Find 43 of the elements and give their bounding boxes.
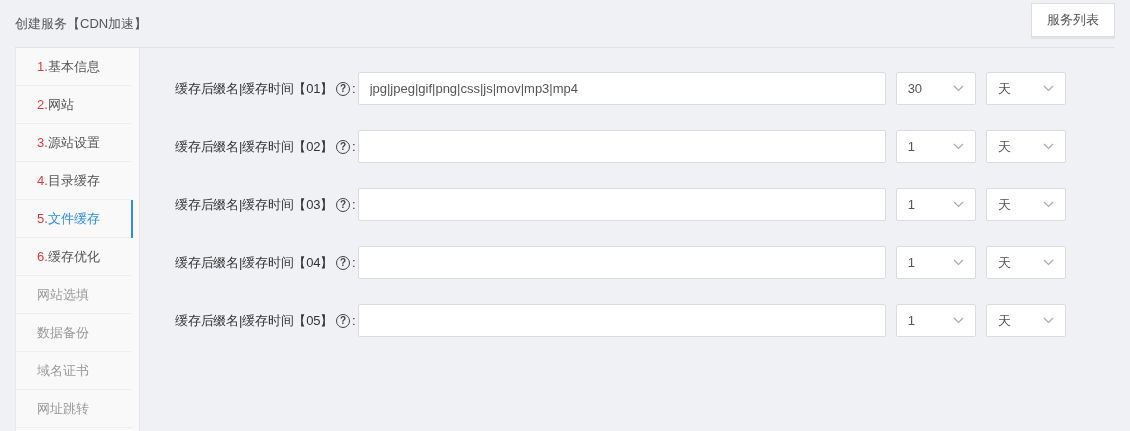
page-title: 创建服务【CDN加速】 — [15, 15, 148, 34]
field-label: 缓存后缀名|缓存时间【03】 — [173, 195, 333, 214]
sidebar-item[interactable]: 5.文件缓存 — [16, 200, 131, 238]
colon: : — [352, 311, 356, 330]
chevron-down-icon — [1042, 317, 1054, 324]
unit-select[interactable]: 天 — [985, 188, 1066, 221]
amount-select[interactable]: 1 — [895, 188, 976, 221]
colon: : — [352, 195, 356, 214]
service-list-button[interactable]: 服务列表 — [1031, 3, 1115, 37]
field-label: 缓存后缀名|缓存时间【04】 — [173, 253, 333, 272]
amount-select[interactable]: 1 — [895, 130, 976, 163]
colon: : — [352, 79, 356, 98]
chevron-down-icon — [952, 317, 964, 324]
chevron-down-icon — [1042, 259, 1054, 266]
input-field[interactable]: jpg|jpeg|gif|png|css|js|mov|mp3|mp4 — [357, 72, 886, 105]
sidebar-item[interactable]: 6.缓存优化 — [16, 238, 131, 276]
chevron-down-icon — [952, 201, 964, 208]
sidebar-item[interactable]: 1.基本信息 — [16, 48, 131, 86]
amount-select[interactable]: 1 — [895, 304, 976, 337]
input-field[interactable] — [357, 246, 886, 279]
chevron-down-icon — [952, 259, 964, 266]
chevron-down-icon — [1042, 85, 1054, 92]
amount-select[interactable]: 1 — [895, 246, 976, 279]
unit-select[interactable]: 天 — [985, 304, 1066, 337]
unit-select[interactable]: 天 — [985, 130, 1066, 163]
field-label: 缓存后缀名|缓存时间【01】 — [173, 79, 333, 98]
input-field[interactable] — [357, 130, 886, 163]
chevron-down-icon — [1042, 201, 1054, 208]
chevron-down-icon — [952, 85, 964, 92]
sidebar-item[interactable]: 4.目录缓存 — [16, 162, 131, 200]
input-field[interactable] — [357, 304, 886, 337]
chevron-down-icon — [952, 143, 964, 150]
colon: : — [352, 137, 356, 156]
input-field[interactable] — [357, 188, 886, 221]
field-label: 缓存后缀名|缓存时间【05】 — [173, 311, 333, 330]
sidebar-item[interactable]: 2.网站 — [16, 86, 131, 124]
field-label: 缓存后缀名|缓存时间【02】 — [173, 137, 333, 156]
unit-select[interactable]: 天 — [985, 72, 1066, 105]
sidebar-item[interactable]: 3.源站设置 — [16, 124, 131, 162]
unit-select[interactable]: 天 — [985, 246, 1066, 279]
colon: : — [352, 253, 356, 272]
chevron-down-icon — [1042, 143, 1054, 150]
amount-select[interactable]: 30 — [895, 72, 976, 105]
